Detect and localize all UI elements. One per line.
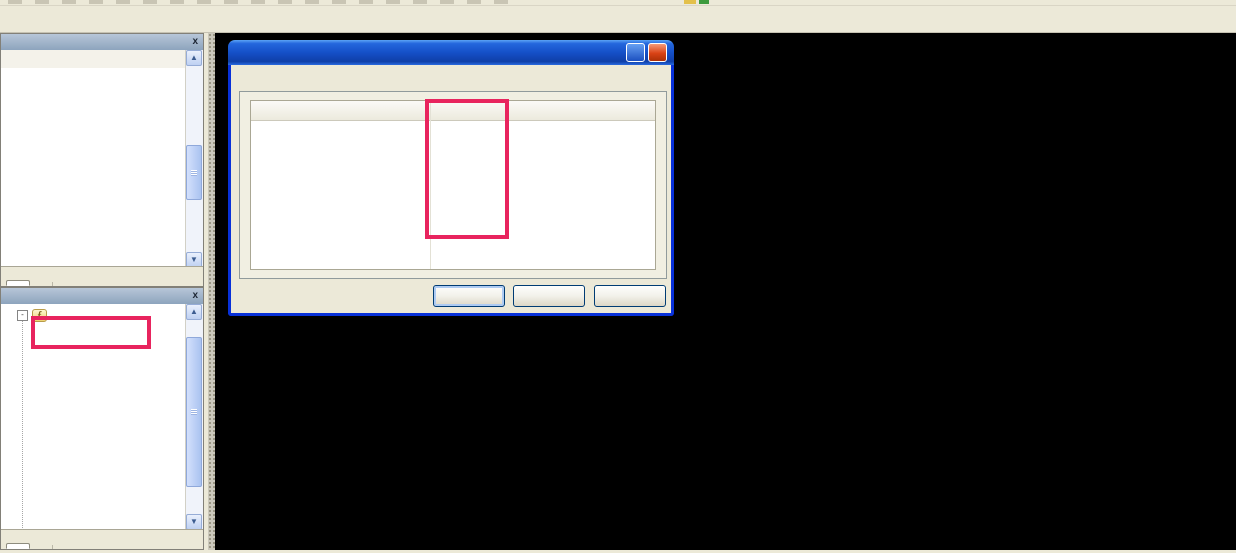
navigator-tabs	[1, 529, 203, 549]
scroll-up-icon[interactable]: ▲	[186, 304, 202, 320]
scrollbar-thumb[interactable]	[186, 337, 202, 487]
market-watch-titlebar: x	[1, 34, 203, 50]
chart-left-grip	[208, 33, 215, 550]
navigator-titlebar: x	[1, 288, 203, 304]
close-icon[interactable]	[648, 43, 667, 62]
clipped-icon-yellow	[684, 0, 696, 4]
tab-favorites[interactable]	[30, 545, 53, 549]
highlight-0-aroon-item	[31, 316, 151, 349]
clipped-icons	[8, 0, 518, 4]
navigator-scrollbar[interactable]: ▲ ▼	[185, 304, 203, 530]
scrollbar-thumb[interactable]	[186, 145, 202, 200]
close-icon[interactable]: x	[192, 37, 198, 47]
cancel-button[interactable]	[513, 285, 585, 307]
tab-common[interactable]	[6, 543, 30, 549]
scroll-down-icon[interactable]: ▼	[186, 514, 202, 530]
market-watch-header	[1, 50, 187, 69]
market-watch-panel: x ▲ ▼	[0, 33, 204, 287]
close-icon[interactable]: x	[192, 291, 198, 301]
tree-connector	[22, 316, 24, 530]
reset-button[interactable]	[594, 285, 666, 307]
scroll-up-icon[interactable]: ▲	[186, 50, 202, 66]
ok-button[interactable]	[433, 285, 505, 307]
collapse-icon[interactable]: -	[17, 310, 28, 321]
market-watch-rows	[1, 68, 187, 268]
tab-symbols[interactable]	[6, 280, 30, 286]
clipped-icon-green	[699, 0, 709, 4]
market-watch-tabs	[1, 266, 203, 286]
line-studies-toolbar	[0, 6, 1236, 33]
market-watch-scrollbar[interactable]: ▲ ▼	[185, 50, 203, 268]
dialog-titlebar[interactable]	[228, 40, 674, 65]
help-icon[interactable]	[626, 43, 645, 62]
highlight-value-column	[425, 99, 509, 239]
tab-tick-chart[interactable]	[30, 282, 53, 286]
